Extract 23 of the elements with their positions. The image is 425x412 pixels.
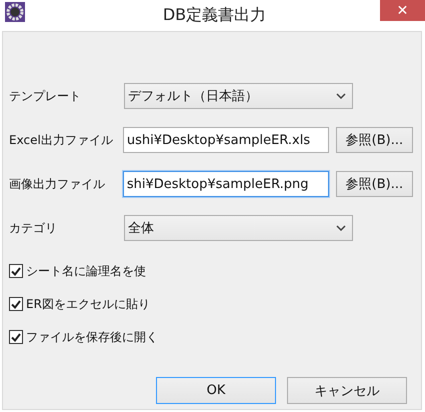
field-label: Excel出力ファイル [9, 132, 114, 148]
checkbox[interactable] [9, 264, 23, 278]
checkbox[interactable] [9, 297, 23, 311]
dropdown[interactable]: デフォルト（日本語） [124, 83, 353, 109]
dropdown[interactable]: 全体 [124, 215, 353, 241]
checkbox-label: ファイルを保存後に開く [26, 328, 158, 346]
field-label: 画像出力ファイル [9, 176, 106, 192]
gear-icon [5, 2, 25, 22]
close-button[interactable]: ✕ [380, 0, 425, 21]
checkbox-label: ER図をエクセルに貼り [26, 296, 150, 312]
caret-icon [336, 225, 346, 231]
dialog-button[interactable]: OK [156, 377, 276, 404]
window-title: DB定義書出力 [162, 5, 268, 26]
caret-icon [336, 93, 346, 99]
path-input[interactable]: ushi¥Desktop¥sampleER.xls [122, 127, 329, 153]
browse-button[interactable]: 参照(B)... [336, 171, 413, 197]
field-label: テンプレート [9, 88, 82, 104]
checkbox[interactable] [9, 330, 23, 344]
checkbox-label: シート名に論理名を使 [26, 262, 146, 280]
field-label: カテゴリ [9, 220, 58, 236]
dialog-button[interactable]: キャンセル [287, 377, 407, 404]
path-input[interactable]: shi¥Desktop¥sampleER.png [122, 171, 329, 197]
browse-button[interactable]: 参照(B)... [336, 127, 413, 153]
